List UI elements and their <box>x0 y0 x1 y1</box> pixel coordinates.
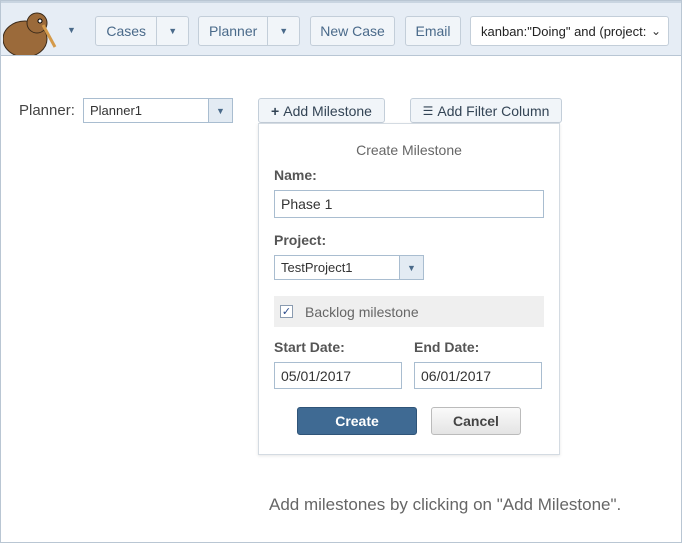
planner-value: Planner1 <box>90 103 143 118</box>
start-date-label: Start Date: <box>274 339 345 355</box>
add-filter-column-button[interactable]: ☰ Add Filter Column <box>410 98 562 123</box>
chevron-down-icon[interactable]: ▼ <box>399 256 423 279</box>
planner-dropdown-icon[interactable]: ▼ <box>267 17 299 45</box>
logo-menu-chevron-icon[interactable]: ▼ <box>67 25 76 35</box>
add-milestone-button[interactable]: + Add Milestone <box>258 98 385 123</box>
top-nav: ▼ Cases ▼ Planner ▼ New Case Email kanba… <box>1 1 681 56</box>
create-milestone-dialog: Create Milestone Name: Phase 1 Project: … <box>258 123 560 455</box>
end-date-input[interactable]: 06/01/2017 <box>414 362 542 389</box>
planner-button[interactable]: Planner ▼ <box>198 16 300 46</box>
planner-label: Planner <box>209 23 258 39</box>
backlog-row[interactable]: ✓ Backlog milestone <box>274 296 544 327</box>
kiwi-logo[interactable] <box>3 7 59 55</box>
cases-label: Cases <box>106 23 147 39</box>
planner-label: Planner: <box>19 102 75 119</box>
empty-hint: Add milestones by clicking on "Add Miles… <box>269 495 622 514</box>
cases-button[interactable]: Cases ▼ <box>95 16 189 46</box>
search-input[interactable]: kanban:"Doing" and (project: ⌄ <box>470 16 669 46</box>
new-case-button[interactable]: New Case <box>310 16 395 46</box>
list-icon: ☰ <box>422 103 434 118</box>
project-label: Project: <box>274 232 327 248</box>
chevron-down-icon[interactable]: ⌄ <box>651 24 661 38</box>
plus-icon: + <box>271 102 280 119</box>
start-date-input[interactable]: 05/01/2017 <box>274 362 402 389</box>
project-value: TestProject1 <box>281 260 353 275</box>
dialog-title: Create Milestone <box>356 142 462 158</box>
cases-dropdown-icon[interactable]: ▼ <box>156 17 188 45</box>
name-input[interactable]: Phase 1 <box>274 190 544 218</box>
add-filter-column-label: Add Filter Column <box>437 102 550 119</box>
add-milestone-label: Add Milestone <box>283 102 372 119</box>
backlog-label: Backlog milestone <box>305 303 419 320</box>
name-label: Name: <box>274 167 317 183</box>
create-button[interactable]: Create <box>297 407 417 435</box>
search-query: kanban:"Doing" and (project: <box>481 23 647 39</box>
email-button[interactable]: Email <box>405 16 461 46</box>
project-select[interactable]: TestProject1 ▼ <box>274 255 424 280</box>
planner-select[interactable]: Planner1 ▼ <box>83 98 233 123</box>
backlog-checkbox[interactable]: ✓ <box>280 305 293 318</box>
cancel-button[interactable]: Cancel <box>431 407 521 435</box>
end-date-label: End Date: <box>414 339 480 355</box>
chevron-down-icon[interactable]: ▼ <box>208 99 232 122</box>
